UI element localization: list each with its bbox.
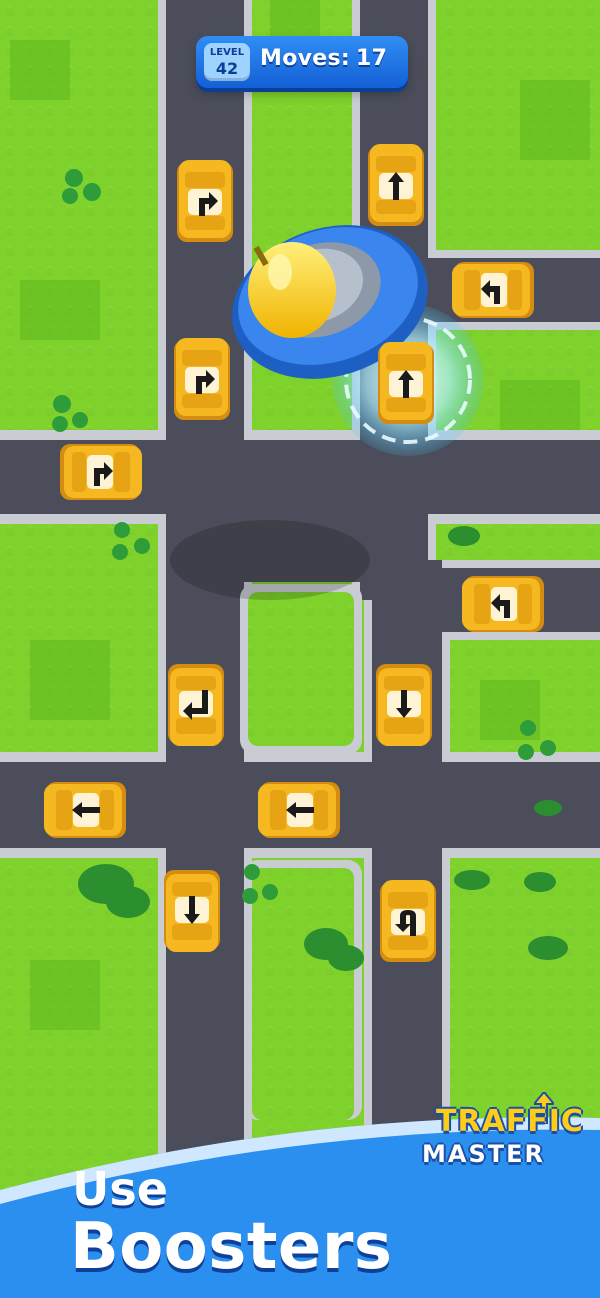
moves-counter: Moves: 17	[260, 46, 387, 71]
car-mid-right[interactable]	[376, 664, 432, 746]
logo-line1: TRAFFIC	[436, 1104, 584, 1139]
caption-line1: Use	[72, 1162, 168, 1216]
hud-panel: LEVEL 42 Moves: 17	[196, 36, 408, 88]
car-bottom-left-v[interactable]	[164, 870, 220, 952]
level-number: 42	[215, 59, 239, 78]
car-under-beam[interactable]	[378, 342, 434, 424]
traffic-master-logo: TRAFFIC MASTER	[416, 1092, 596, 1176]
level-badge: LEVEL 42	[204, 43, 250, 81]
car-top-left[interactable]	[177, 160, 233, 242]
car-top-middle[interactable]	[368, 144, 424, 226]
car-bottom-left-h[interactable]	[44, 782, 126, 838]
car-bottom-right-v[interactable]	[380, 880, 436, 962]
city-block-grass	[248, 592, 354, 746]
moves-label: Moves:	[260, 46, 350, 71]
caption-line2: Boosters	[70, 1210, 393, 1284]
logo-line2: MASTER	[422, 1140, 545, 1168]
car-left-road[interactable]	[60, 444, 142, 500]
moves-value: 17	[355, 46, 388, 71]
game-screen: LEVEL 42 Moves: 17 TRAFFIC MASTER Use Boo…	[0, 0, 600, 1298]
city-block-lower-grass	[252, 868, 354, 1120]
car-right-middle[interactable]	[462, 576, 544, 632]
level-label: LEVEL	[209, 47, 245, 58]
car-bottom-mid-h[interactable]	[258, 782, 340, 838]
car-left-upper[interactable]	[174, 338, 230, 420]
car-right-upper[interactable]	[452, 262, 534, 318]
car-mid-left[interactable]	[168, 664, 224, 746]
